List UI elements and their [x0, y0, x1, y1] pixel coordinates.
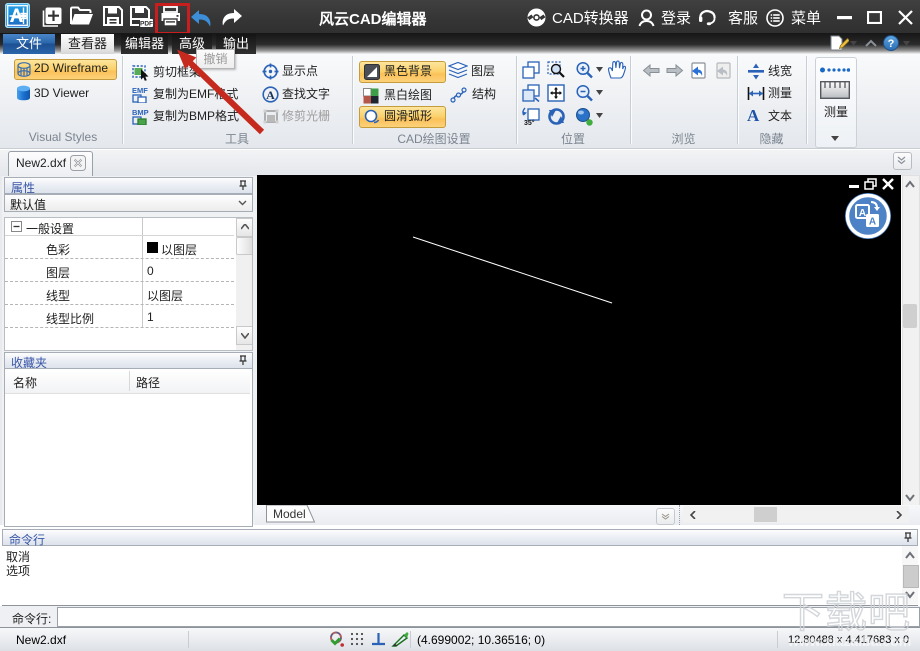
svg-text:A: A: [869, 217, 876, 228]
svg-text:A: A: [266, 88, 275, 102]
svg-text:?: ?: [888, 38, 895, 50]
svg-text:PDF: PDF: [140, 21, 153, 28]
svg-text:下载吧: 下载吧: [782, 589, 911, 636]
svg-text:EMF: EMF: [132, 86, 148, 95]
svg-text:BMP: BMP: [132, 108, 149, 117]
svg-text:Model: Model: [273, 507, 306, 521]
svg-text:A: A: [859, 208, 866, 219]
svg-text:35°: 35°: [524, 119, 535, 126]
svg-text:www.xiazaiba.com: www.xiazaiba.com: [787, 633, 911, 649]
